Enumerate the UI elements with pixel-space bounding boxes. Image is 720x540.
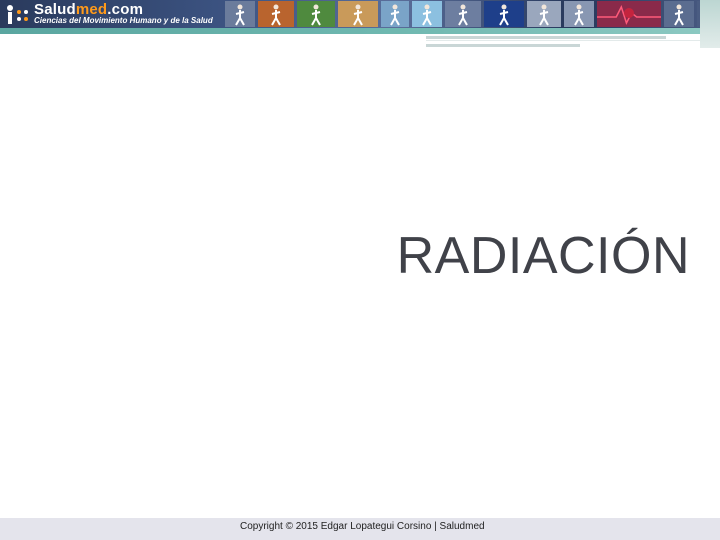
stretch-photo-icon [484,1,524,27]
runner-photo-icon [225,1,255,27]
site-tagline: Ciencias del Movimiento Humano y de la S… [34,16,213,25]
walker-photo-icon [338,1,378,27]
cyclist-photo-icon [297,1,335,27]
banner-photo-strip [225,0,720,28]
decorative-rule [426,36,666,39]
footer-copyright: Copyright © 2015 Edgar Lopategui Corsino… [240,521,485,532]
decorative-rule [426,40,700,41]
athlete-photo-icon [445,1,481,27]
decorative-rule [426,44,580,47]
site-banner: Saludmed.com Ciencias del Movimiento Hum… [0,0,720,28]
runner-photo-icon [258,1,294,27]
ecg-heart-photo-icon [597,1,661,27]
runner-photo-icon [527,1,561,27]
banner-corner-accent [700,0,720,48]
runner-photo-icon [381,1,409,27]
slide-title: RADIACIÓN [396,227,690,285]
saludmed-logo-icon [7,5,28,24]
runner-photo-icon [664,1,694,27]
runner-photo-icon [564,1,594,27]
runner-photo-icon [412,1,442,27]
banner-accent-line [0,28,720,34]
